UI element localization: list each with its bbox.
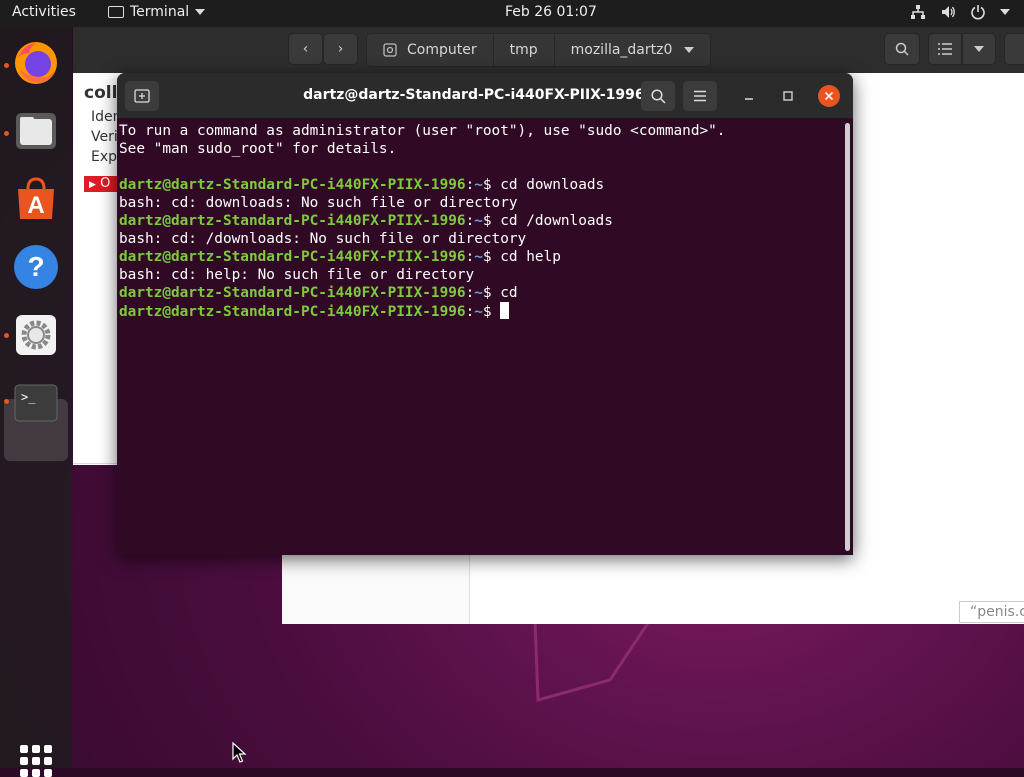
menu-button[interactable] [1004,33,1024,65]
activities-button[interactable]: Activities [12,4,76,20]
volume-icon [942,6,955,18]
prompt-path: ~ [474,177,483,193]
view-options-button[interactable] [962,33,996,65]
prompt-path: ~ [474,304,483,320]
terminal-window[interactable]: dartz@dartz-Standard-PC-i440FX-PIIX-1996… [117,73,853,555]
command-text: cd [500,285,518,301]
close-icon [824,91,834,101]
running-indicator [4,63,9,68]
list-icon [938,43,952,55]
path-label: Computer [407,42,477,58]
prompt-user: dartz@dartz-Standard-PC-i440FX-PIIX-1996 [119,213,466,229]
path-label: mozilla_dartz0 [570,42,673,58]
dialog-line: Exp [91,149,118,165]
path-segment-computer[interactable]: Computer [367,34,494,66]
power-icon [971,5,985,20]
search-button[interactable] [884,33,920,65]
prompt-user: dartz@dartz-Standard-PC-i440FX-PIIX-1996 [119,304,466,320]
scrollbar[interactable] [845,123,850,551]
terminal-small-icon [108,6,124,18]
search-button[interactable] [641,81,675,111]
terminal-output-line: bash: cd: downloads: No such file or dir… [119,195,518,211]
system-tray[interactable] [910,4,1010,20]
text-cursor [500,302,510,319]
firefox-icon[interactable] [12,39,60,87]
terminal-line: To run a command as administrator (user … [119,123,726,139]
hamburger-icon [694,90,706,102]
clock[interactable]: Feb 26 01:07 [505,4,597,20]
app-menu[interactable]: Terminal [108,4,206,20]
files-icon[interactable] [12,107,60,155]
terminal-output[interactable]: To run a command as administrator (user … [117,119,853,555]
running-indicator [4,333,9,338]
terminal-prompt-line-active[interactable]: dartz@dartz-Standard-PC-i440FX-PIIX-1996… [119,302,851,320]
software-icon[interactable]: A [12,175,60,223]
help-icon[interactable]: ? [12,243,60,291]
files-headerbar: ‹ › Computer tmp mozilla_dartz0 [73,27,1024,73]
command-text: cd help [500,249,561,265]
running-indicator [4,131,9,136]
close-button[interactable] [818,85,840,107]
chevron-down-icon [1000,9,1010,15]
svg-text:?: ? [27,251,44,282]
path-segment-current[interactable]: mozilla_dartz0 [555,34,711,66]
command-text: cd /downloads [500,213,613,229]
prompt-path: ~ [474,285,483,301]
terminal-line: See "man sudo_root" for details. [119,141,397,157]
terminal-icon[interactable]: >_ [12,379,60,427]
terminal-prompt-line: dartz@dartz-Standard-PC-i440FX-PIIX-1996… [119,177,605,193]
minimize-icon [745,98,753,100]
terminal-output-line: bash: cd: help: No such file or director… [119,267,475,283]
chevron-down-icon [974,46,984,52]
prompt-path: ~ [474,249,483,265]
terminal-output-line: bash: cd: /downloads: No such file or di… [119,231,527,247]
chevron-down-icon [195,9,206,15]
dialog-line: Veri [91,129,118,145]
back-button[interactable]: ‹ [288,33,323,65]
wallpaper-shape [533,620,652,702]
mouse-pointer-icon [232,742,247,763]
prompt-user: dartz@dartz-Standard-PC-i440FX-PIIX-1996 [119,177,466,193]
network-icon [911,5,925,19]
running-indicator [4,399,9,404]
prompt-path: ~ [474,213,483,229]
show-applications-icon[interactable] [20,745,52,777]
command-text: cd downloads [500,177,605,193]
settings-icon[interactable] [12,311,60,359]
terminal-headerbar: dartz@dartz-Standard-PC-i440FX-PIIX-1996… [117,73,853,119]
hamburger-menu-button[interactable] [683,81,717,111]
error-label-text: O [100,176,111,191]
view-list-button[interactable] [928,33,962,65]
svg-text:A: A [27,192,44,219]
prompt-user: dartz@dartz-Standard-PC-i440FX-PIIX-1996 [119,285,466,301]
terminal-prompt-line: dartz@dartz-Standard-PC-i440FX-PIIX-1996… [119,213,613,229]
maximize-icon [783,91,793,101]
file-name-tooltip: “penis.c [959,601,1024,623]
terminal-prompt-line: dartz@dartz-Standard-PC-i440FX-PIIX-1996… [119,249,561,265]
top-bar: Activities Terminal Feb 26 01:07 [0,0,1024,27]
svg-text:>_: >_ [21,390,36,404]
caret-right-icon: ▶ [89,180,96,190]
search-icon [895,42,909,56]
dock: A ? >_ [0,27,72,777]
chevron-left-icon: ‹ [302,41,309,57]
minimize-button[interactable] [739,86,759,106]
path-label: tmp [509,42,538,58]
app-menu-label: Terminal [130,4,190,20]
prompt-user: dartz@dartz-Standard-PC-i440FX-PIIX-1996 [119,249,466,265]
path-segment-tmp[interactable]: tmp [494,34,555,66]
terminal-prompt-line: dartz@dartz-Standard-PC-i440FX-PIIX-1996… [119,285,518,301]
forward-button[interactable]: › [323,33,358,65]
path-bar: Computer tmp mozilla_dartz0 [366,33,712,67]
search-icon [650,88,666,104]
chevron-down-icon [684,47,695,53]
drive-icon [383,43,397,57]
maximize-button[interactable] [778,86,798,106]
chevron-right-icon: › [337,41,344,57]
